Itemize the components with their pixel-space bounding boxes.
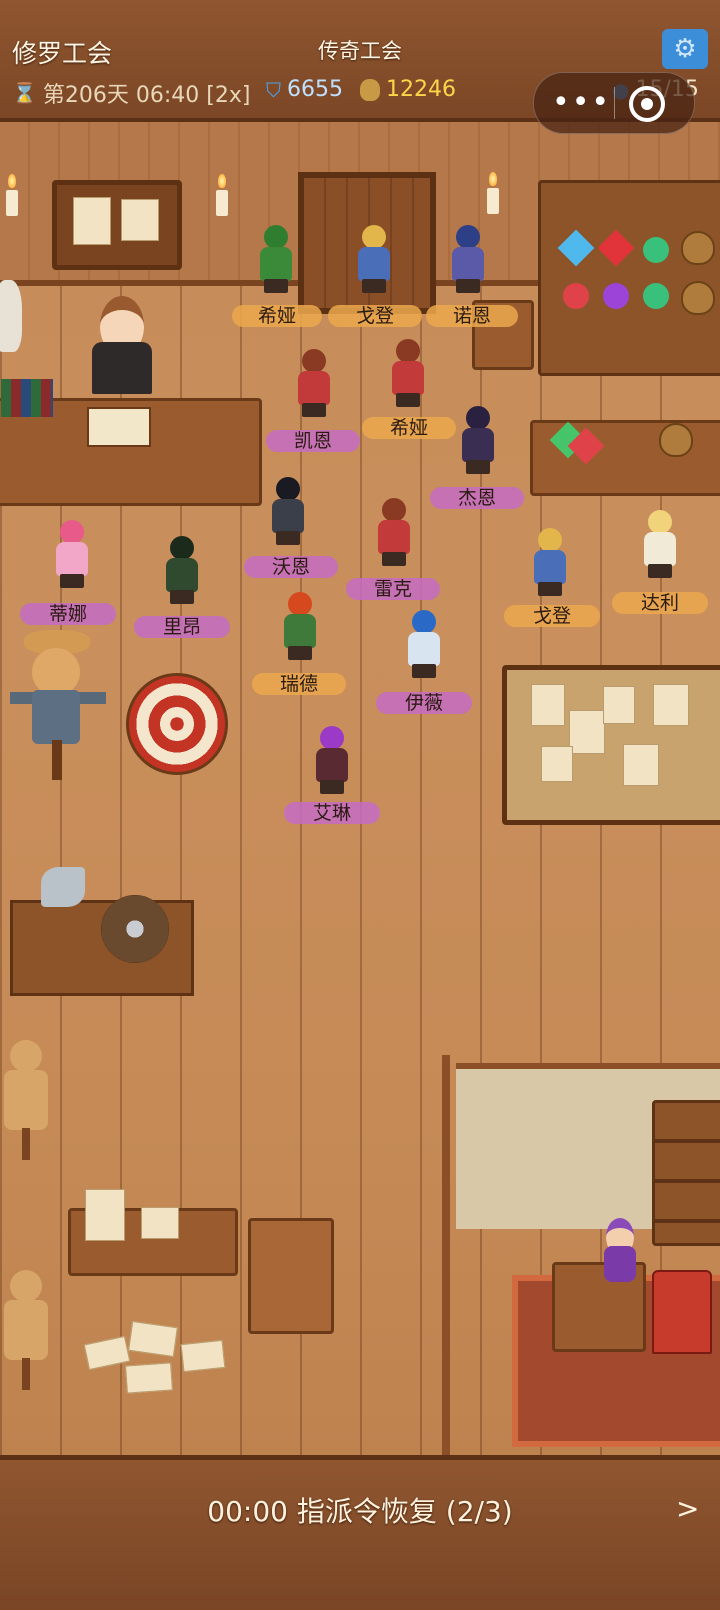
hero-name-tag[interactable]: 瑞德 <box>252 673 346 695</box>
hero-sprite[interactable] <box>342 223 406 293</box>
hero-name-tag[interactable]: 希娅 <box>232 305 322 327</box>
dispatch-recover-status: 00:00 指派令恢复 (2/3) <box>207 1495 513 1528</box>
weapon-rack[interactable] <box>10 867 194 996</box>
hero-name-tag[interactable]: 艾琳 <box>284 802 380 824</box>
hero-sprite[interactable] <box>628 508 692 578</box>
gem-table[interactable] <box>530 420 720 496</box>
hero-sprite[interactable] <box>446 404 510 474</box>
gold-value: 12246 <box>386 77 456 102</box>
hero-sprite[interactable] <box>150 534 214 604</box>
hero-name-tag[interactable]: 戈登 <box>328 305 422 327</box>
reception-desk[interactable] <box>0 379 262 506</box>
hero-name-tag[interactable]: 雷克 <box>346 578 440 600</box>
settings-button[interactable]: ⚙ <box>662 29 708 69</box>
candle <box>6 174 18 216</box>
hero-sprite[interactable] <box>436 223 500 293</box>
bookshelf <box>652 1100 720 1246</box>
shield-icon: ⛉ <box>266 77 281 102</box>
hero-name-tag[interactable]: 伊薇 <box>376 692 472 714</box>
defense-stat: ⛉ 6655 <box>266 77 343 102</box>
bottom-bar <box>0 1455 720 1610</box>
hero-name-tag[interactable]: 希娅 <box>362 417 456 439</box>
notice-frame <box>52 180 182 270</box>
hero-sprite[interactable] <box>40 518 104 588</box>
hero-name-tag[interactable]: 凯恩 <box>266 430 360 452</box>
scarecrow[interactable] <box>10 630 106 780</box>
hero-sprite[interactable] <box>300 724 364 794</box>
candle <box>487 172 499 214</box>
vase <box>0 280 22 352</box>
hero-name-tag[interactable]: 里昂 <box>134 616 230 638</box>
hourglass-icon: ⌛ <box>12 81 37 105</box>
hero-sprite[interactable] <box>256 475 320 545</box>
guild-master-character[interactable] <box>598 1218 642 1288</box>
close-miniprogram-button[interactable] <box>629 86 665 122</box>
guild-title: 传奇工会 <box>318 39 402 63</box>
receptionist[interactable] <box>86 290 158 400</box>
paperwork-desk[interactable] <box>68 1189 238 1276</box>
potion-shelf[interactable] <box>538 180 720 376</box>
hero-name-tag[interactable]: 戈登 <box>504 605 600 627</box>
archery-target[interactable] <box>126 673 228 775</box>
hero-name-tag[interactable]: 蒂娜 <box>20 603 116 625</box>
capsule-divider <box>614 87 615 119</box>
next-button[interactable]: > <box>676 1492 699 1525</box>
hero-sprite[interactable] <box>282 347 346 417</box>
money-bag-icon <box>360 78 380 101</box>
miniprogram-capsule: ••• <box>533 72 695 134</box>
hero-sprite[interactable] <box>392 608 456 678</box>
hero-name-tag[interactable]: 诺恩 <box>426 305 518 327</box>
quest-board[interactable] <box>502 665 720 825</box>
hero-name-tag[interactable]: 沃恩 <box>244 556 338 578</box>
training-dummy[interactable] <box>0 1270 52 1390</box>
hero-sprite[interactable] <box>518 526 582 596</box>
hero-sprite[interactable] <box>244 223 308 293</box>
day-time-text: 第206天 06:40 [2x] <box>42 83 251 108</box>
defense-value: 6655 <box>287 77 343 102</box>
hero-sprite[interactable] <box>268 590 332 660</box>
gear-icon: ⚙ <box>673 34 697 64</box>
file-cabinet[interactable] <box>248 1218 334 1334</box>
more-options-button[interactable]: ••• <box>552 85 611 120</box>
hero-name-tag[interactable]: 杰恩 <box>430 487 524 509</box>
red-chair[interactable] <box>652 1270 712 1354</box>
gold-stat: 12246 <box>360 77 456 102</box>
day-time-stat: ⌛ 第206天 06:40 [2x] <box>12 77 250 109</box>
hero-sprite[interactable] <box>362 496 426 566</box>
scattered-letters <box>83 1320 236 1400</box>
hero-name-tag[interactable]: 达利 <box>612 592 708 614</box>
training-dummy[interactable] <box>0 1040 52 1160</box>
candle <box>216 174 228 216</box>
hero-sprite[interactable] <box>376 337 440 407</box>
